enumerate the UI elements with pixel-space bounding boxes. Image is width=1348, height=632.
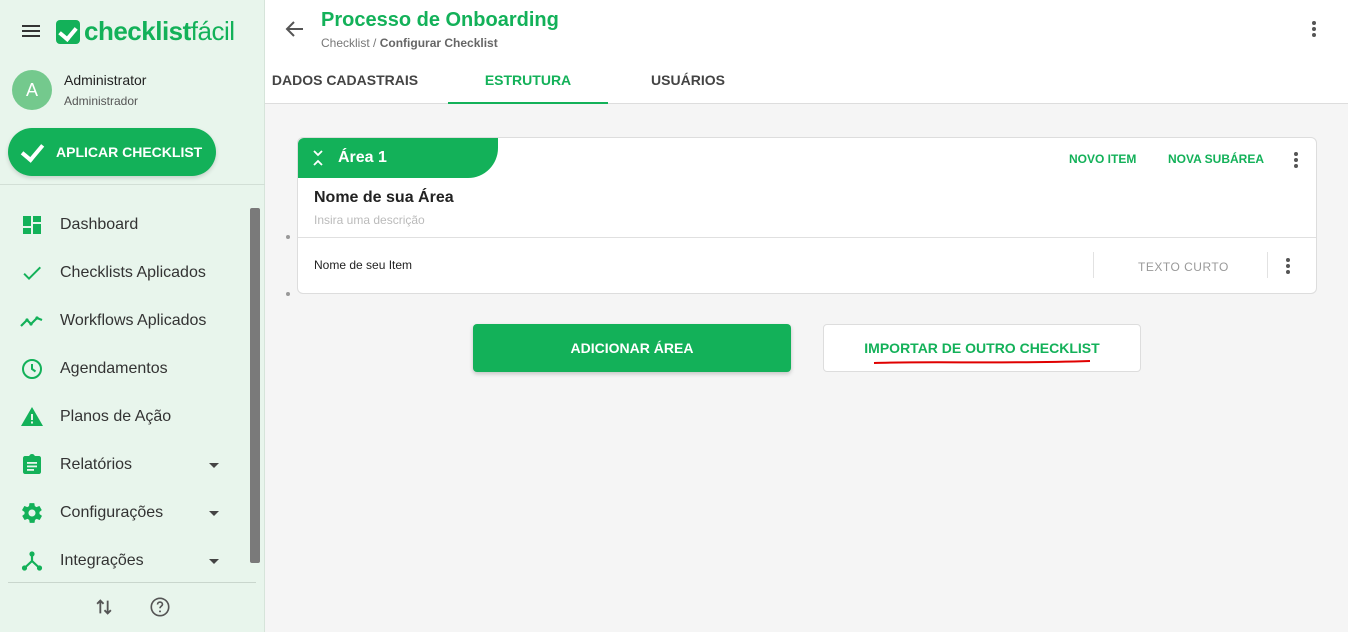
avatar: A — [12, 70, 52, 110]
swap-vertical-icon[interactable] — [93, 596, 115, 618]
divider — [0, 184, 265, 185]
sidebar-item-workflows-aplicados[interactable]: Workflows Aplicados — [0, 297, 248, 345]
area-name[interactable]: Nome de sua Área — [314, 189, 454, 207]
logo-check-icon — [56, 19, 80, 44]
breadcrumb-current: Configurar Checklist — [379, 36, 498, 50]
item-type[interactable]: TEXTO CURTO — [1138, 260, 1229, 274]
area-header-tab[interactable]: Área 1 — [298, 138, 498, 178]
chevron-down-icon[interactable] — [209, 463, 219, 468]
sidebar-item-integracoes[interactable]: Integrações — [0, 537, 248, 585]
item-name[interactable]: Nome de seu Item — [314, 258, 412, 272]
sidebar-item-label: Configurações — [60, 504, 164, 521]
tab-usuarios[interactable]: USUÁRIOS — [608, 56, 768, 104]
apply-checklist-label: APLICAR CHECKLIST — [56, 144, 203, 160]
area-card: Área 1 NOVO ITEM NOVA SUBÁREA Nome de su… — [297, 137, 1317, 294]
tabs: DADOS CADASTRAIS ESTRUTURA USUÁRIOS — [265, 56, 768, 104]
divider — [298, 237, 1316, 238]
sidebar-item-dashboard[interactable]: Dashboard — [0, 201, 248, 249]
hamburger-menu-icon[interactable] — [20, 22, 44, 42]
apply-checklist-button[interactable]: APLICAR CHECKLIST — [8, 128, 216, 176]
clipboard-icon — [23, 454, 41, 474]
sidebar-item-configuracoes[interactable]: Configurações — [0, 489, 248, 537]
breadcrumb: Checklist / Configurar Checklist — [321, 36, 498, 50]
area-description-field[interactable]: Insira uma descrição — [314, 213, 425, 227]
tab-dados-cadastrais[interactable]: DADOS CADASTRAIS — [265, 56, 425, 104]
sidebar-item-label: Workflows Aplicados — [60, 312, 207, 329]
check-icon — [20, 140, 44, 164]
area-more-options-icon[interactable] — [1286, 150, 1306, 170]
clock-icon — [22, 359, 42, 379]
sidebar-item-relatorios[interactable]: Relatórios — [0, 441, 248, 489]
warning-icon — [21, 407, 43, 426]
back-arrow-icon[interactable] — [283, 17, 307, 41]
integration-icon — [21, 551, 43, 571]
sidebar-item-checklists-aplicados[interactable]: Checklists Aplicados — [0, 249, 248, 297]
breadcrumb-root[interactable]: Checklist — [321, 36, 370, 50]
sidebar-item-label: Relatórios — [60, 456, 133, 473]
page-title: Processo de Onboarding — [321, 9, 559, 31]
help-icon[interactable] — [149, 596, 171, 618]
dashboard-icon — [23, 216, 41, 234]
area-title: Área 1 — [338, 149, 387, 166]
breadcrumb-separator: / — [369, 36, 380, 50]
trending-icon — [20, 316, 43, 327]
more-options-icon[interactable] — [1304, 19, 1324, 39]
sidebar-item-agendamentos[interactable]: Agendamentos — [0, 345, 248, 393]
collapse-icon[interactable] — [312, 150, 324, 166]
sidebar-scrollbar[interactable] — [250, 208, 260, 563]
new-item-button[interactable]: NOVO ITEM — [1069, 152, 1136, 166]
divider — [8, 582, 256, 583]
sidebar-item-planos-de-acao[interactable]: Planos de Ação — [0, 393, 248, 441]
item-more-options-icon[interactable] — [1278, 256, 1298, 276]
sidebar-item-label: Agendamentos — [60, 360, 168, 377]
logo-text: checklistfácil — [84, 16, 235, 46]
user-role: Administrador — [64, 94, 139, 108]
sidebar-item-label: Dashboard — [60, 216, 139, 233]
sidebar-item-label: Planos de Ação — [60, 408, 172, 425]
divider — [1093, 252, 1094, 278]
chevron-down-icon[interactable] — [209, 511, 219, 516]
add-area-button[interactable]: ADICIONAR ÁREA — [473, 324, 791, 372]
drag-handle-dot — [286, 292, 290, 296]
check-icon — [23, 266, 41, 280]
logo[interactable]: checklistfácil — [56, 16, 235, 47]
annotation-underline — [873, 360, 1091, 364]
user-name: Administrator — [64, 72, 147, 88]
sidebar: checklistfácil A Administrator Administr… — [0, 0, 265, 632]
new-subarea-button[interactable]: NOVA SUBÁREA — [1168, 152, 1264, 166]
sidebar-item-label: Checklists Aplicados — [60, 264, 206, 281]
gear-icon — [22, 503, 42, 523]
tab-estrutura[interactable]: ESTRUTURA — [448, 56, 608, 104]
chevron-down-icon[interactable] — [209, 559, 219, 564]
divider — [1267, 252, 1268, 278]
user-profile[interactable]: A Administrator Administrador — [12, 70, 146, 110]
sidebar-item-label: Integrações — [60, 552, 144, 569]
sidebar-nav: Dashboard Checklists Aplicados Workflows… — [0, 201, 248, 585]
page-header: Processo de Onboarding Checklist / Confi… — [265, 0, 1348, 104]
drag-handle-dot — [286, 235, 290, 239]
